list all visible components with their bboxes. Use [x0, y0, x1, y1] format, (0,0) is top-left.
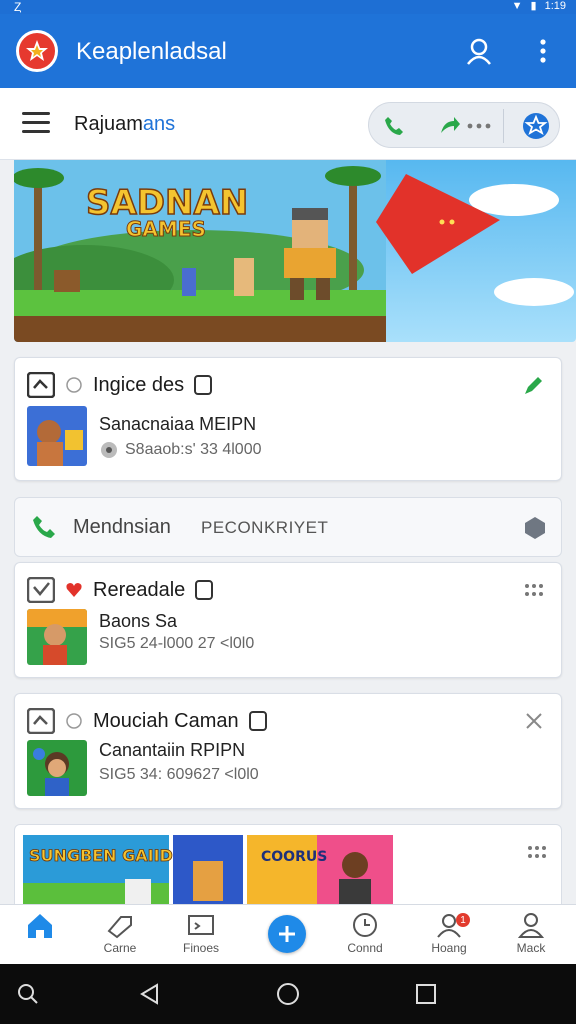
person-icon — [517, 913, 545, 938]
game-thumbnail — [27, 740, 87, 796]
game-meta-text: S8aaob:s' 33 4l000 — [125, 441, 262, 458]
game-name: Sanacnaiaa MEIPN — [99, 414, 257, 434]
more-vert-icon[interactable] — [526, 34, 560, 68]
card-title: Mouciah Caman — [93, 709, 239, 732]
search-icon[interactable] — [12, 978, 44, 1010]
mode-value: PECONKRIYET — [201, 518, 329, 537]
controller-icon — [27, 577, 55, 603]
promo-banner[interactable]: SADNAN GAMES — [14, 160, 576, 342]
card-header: Mouciah Caman — [27, 708, 267, 734]
controller-icon — [27, 708, 55, 734]
mode-row[interactable]: Mendnsian PECONKRIYET — [14, 497, 562, 557]
back-icon[interactable] — [134, 978, 166, 1010]
section-title: Rajuamans — [74, 113, 175, 136]
status-icons: ▼ ▮ 1:19 — [512, 0, 566, 12]
status-circle-icon — [66, 713, 82, 729]
game-meta-text: SIG5 34: 609627 <l0l0 — [99, 766, 259, 783]
game-meta: S8aaob:s' 33 4l000 — [99, 440, 262, 460]
nav-connd[interactable]: Connd — [330, 911, 400, 963]
home-circle-icon[interactable] — [272, 978, 304, 1010]
account-icon[interactable] — [462, 34, 496, 68]
card-header: Rereadale — [27, 577, 214, 603]
info-icon — [195, 580, 214, 600]
more-dots-icon[interactable] — [527, 845, 547, 864]
app-bar: Keaplenladsal — [0, 14, 576, 88]
app-logo-icon[interactable] — [16, 30, 58, 72]
add-icon — [279, 926, 295, 942]
info-icon — [194, 375, 213, 395]
game-name: Canantaiin RPIPN — [99, 740, 246, 760]
clock-icon — [353, 913, 377, 937]
card-title: Rereadale — [93, 578, 186, 601]
app-title: Keaplenladsal — [76, 38, 227, 65]
info-icon — [248, 711, 267, 731]
screen-icon — [188, 915, 214, 935]
battery-icon: ▮ — [530, 0, 537, 12]
game-card[interactable]: Mouciah Caman Canantaiin RPIPN SIG5 34: … — [14, 693, 562, 809]
more-dots-icon[interactable] — [465, 109, 493, 143]
nav-carne[interactable]: Carne — [85, 911, 155, 963]
status-time: 1:19 — [544, 0, 566, 12]
mode-label: Mendnsian — [73, 516, 171, 538]
status-glyph: Ȥ — [14, 0, 22, 14]
star-badge-icon[interactable] — [519, 109, 553, 143]
notification-badge: 1 — [456, 913, 470, 927]
home-icon — [28, 914, 52, 938]
add-button[interactable] — [268, 915, 306, 953]
edit-icon[interactable] — [521, 372, 547, 398]
section-title-accent: ans — [142, 113, 176, 135]
game-meta: SIG5 34: 609627 <l0l0 — [99, 766, 259, 784]
more-dots-icon[interactable] — [521, 577, 547, 603]
status-bar: Ȥ ▼ ▮ 1:19 — [0, 0, 576, 14]
bottom-navigation: Carne Finoes Connd Hoang 1 Mack — [0, 904, 576, 964]
nav-label: Hoang — [431, 941, 467, 955]
card-header: Ingice des — [27, 372, 213, 398]
hamburger-menu-icon[interactable] — [22, 112, 50, 136]
nav-finoes[interactable]: Finoes — [166, 911, 236, 963]
close-icon[interactable] — [521, 708, 547, 734]
tag-icon — [107, 916, 132, 939]
controller-icon — [27, 372, 55, 398]
nav-label: Finoes — [182, 941, 220, 955]
game-thumbnail — [27, 609, 87, 665]
banner-title-line2: GAMES — [126, 217, 206, 241]
recents-icon[interactable] — [410, 978, 442, 1010]
system-navigation-bar — [0, 964, 576, 1024]
hexagon-icon — [525, 517, 545, 539]
nav-label: Carne — [103, 941, 137, 955]
heart-icon — [66, 583, 82, 597]
share-icon[interactable] — [435, 109, 465, 143]
disc-icon — [101, 442, 117, 458]
game-card[interactable]: Rereadale Baons Sa SIG5 24-l000 27 <l0l0 — [14, 562, 562, 678]
quick-actions-pill — [368, 102, 560, 148]
status-circle-icon — [66, 377, 82, 393]
nav-label: Mack — [516, 941, 546, 955]
game-gallery: SUNGBEN GAIID COORUS — [14, 824, 562, 914]
game-meta: SIG5 24-l000 27 <l0l0 — [99, 635, 254, 653]
nav-home[interactable] — [5, 911, 75, 963]
phone-icon[interactable] — [379, 109, 409, 143]
game-thumbnail — [27, 406, 87, 466]
gallery-tile-title: SUNGBEN GAIID — [29, 846, 173, 865]
signal-icon: ▼ — [511, 0, 523, 12]
game-meta-text: SIG5 24-l000 27 <l0l0 — [99, 635, 255, 652]
gallery-tile-title: COORUS — [261, 849, 327, 865]
game-name: Baons Sa — [99, 611, 178, 631]
nav-label: Connd — [347, 941, 383, 955]
pill-divider — [503, 109, 504, 143]
nav-mack[interactable]: Mack — [496, 911, 566, 963]
nav-hoang[interactable]: Hoang 1 — [414, 911, 484, 963]
game-card[interactable]: Ingice des Sanacnaiaa MEIPN S8aaob:s' 33… — [14, 357, 562, 481]
section-title-main: Rajuam — [74, 113, 143, 135]
section-toolbar: Rajuamans — [0, 88, 576, 160]
card-title: Ingice des — [93, 373, 185, 396]
phone-icon — [33, 516, 55, 538]
